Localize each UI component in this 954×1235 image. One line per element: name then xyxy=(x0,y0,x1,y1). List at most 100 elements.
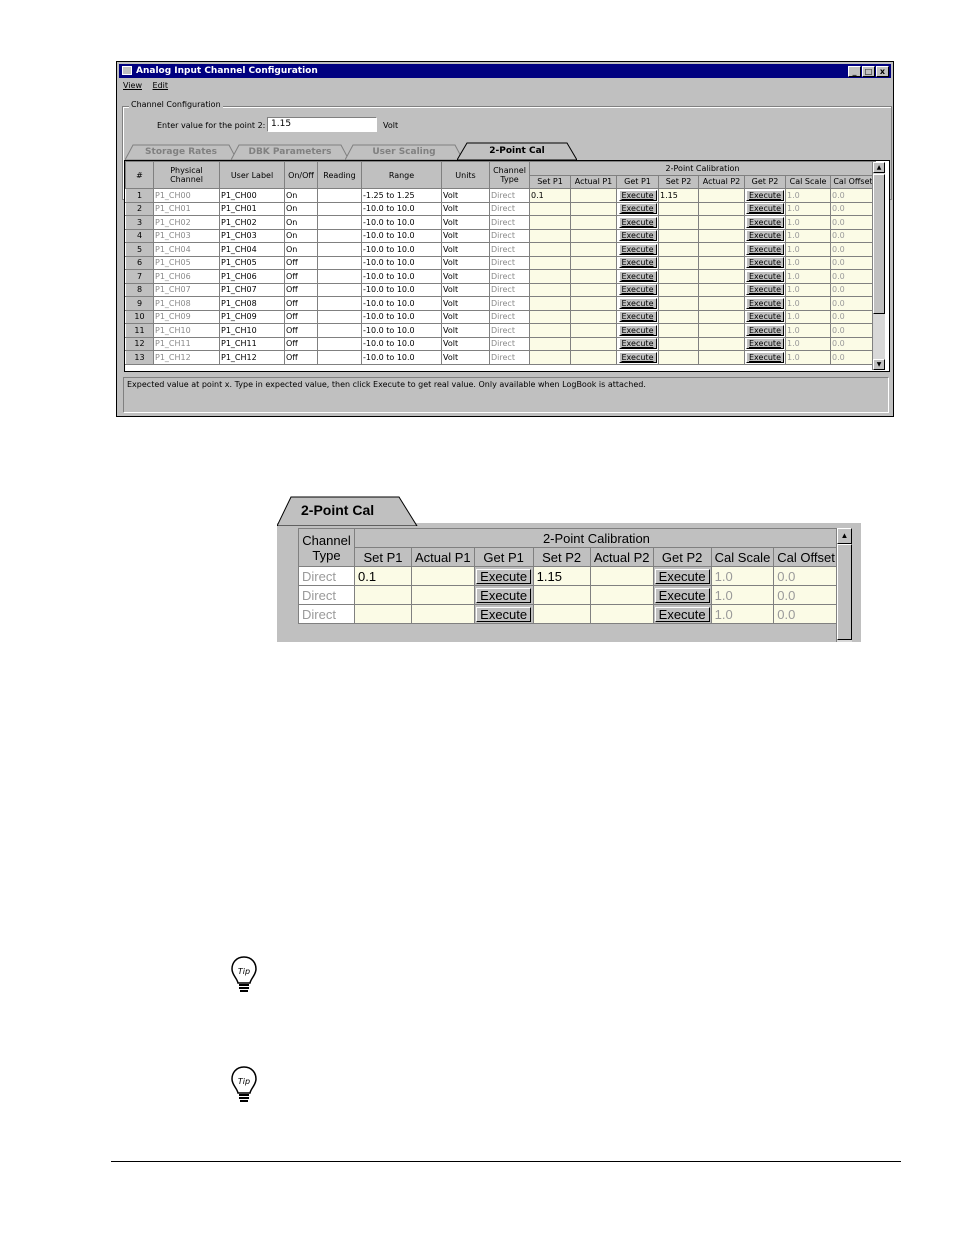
table-row[interactable]: 2 P1_CH01 P1_CH01 On -10.0 to 10.0 Volt Direct… xyxy=(125,201,876,216)
row-number[interactable]: 12 xyxy=(125,336,154,351)
menu-edit[interactable]: Edit xyxy=(153,81,169,90)
set-p2-cell[interactable] xyxy=(658,296,699,311)
grid-vertical-scrollbar[interactable]: ▲ ▼ xyxy=(872,162,885,370)
zoom-cal-scale-cell[interactable]: 1.0 xyxy=(710,604,775,624)
physical-channel-cell[interactable]: P1_CH03 xyxy=(153,228,220,243)
channel-type-cell[interactable]: Direct xyxy=(489,323,530,338)
get-p1-execute-button[interactable]: Execute xyxy=(618,189,657,201)
table-row[interactable]: 5 P1_CH04 P1_CH04 On -10.0 to 10.0 Volt Direct… xyxy=(125,242,876,257)
on-off-cell[interactable]: On xyxy=(284,242,318,257)
get-p1-execute-button[interactable]: Execute xyxy=(618,311,657,323)
cal-offset-cell[interactable]: 0.0 xyxy=(830,242,876,257)
units-cell[interactable]: Volt xyxy=(441,255,490,270)
set-p2-cell[interactable] xyxy=(658,228,699,243)
user-label-cell[interactable]: P1_CH07 xyxy=(219,282,285,297)
get-p1-execute-button[interactable]: Execute xyxy=(618,284,657,296)
reading-cell[interactable] xyxy=(317,255,362,270)
set-p2-cell[interactable] xyxy=(658,309,699,324)
reading-cell[interactable] xyxy=(317,323,362,338)
actual-p1-cell[interactable] xyxy=(570,215,617,230)
table-row[interactable]: 10 P1_CH09 P1_CH09 Off -10.0 to 10.0 Volt Dire… xyxy=(125,309,876,324)
set-p1-cell[interactable] xyxy=(529,336,571,351)
physical-channel-cell[interactable]: P1_CH10 xyxy=(153,323,220,338)
zoom-cal-offset-cell[interactable]: 0.0 xyxy=(773,604,839,624)
cal-scale-cell[interactable]: 1.0 xyxy=(785,323,831,338)
get-p2-execute-button[interactable]: Execute xyxy=(746,257,784,269)
actual-p1-cell[interactable] xyxy=(570,242,617,257)
on-off-cell[interactable]: Off xyxy=(284,350,318,365)
cal-scale-cell[interactable]: 1.0 xyxy=(785,201,831,216)
zoom-channel-type-cell[interactable]: Direct xyxy=(298,585,355,605)
table-row[interactable]: 11 P1_CH10 P1_CH10 Off -10.0 to 10.0 Volt Dire… xyxy=(125,323,876,338)
row-number[interactable]: 7 xyxy=(125,269,154,284)
on-off-cell[interactable]: Off xyxy=(284,323,318,338)
cal-scale-cell[interactable]: 1.0 xyxy=(785,228,831,243)
actual-p2-cell[interactable] xyxy=(698,309,745,324)
table-row[interactable]: 13 P1_CH12 P1_CH12 Off -10.0 to 10.0 Volt Dire… xyxy=(125,350,876,365)
cal-offset-cell[interactable]: 0.0 xyxy=(830,350,876,365)
physical-channel-cell[interactable]: P1_CH02 xyxy=(153,215,220,230)
channel-type-cell[interactable]: Direct xyxy=(489,309,530,324)
range-cell[interactable]: -10.0 to 10.0 xyxy=(361,255,442,270)
get-p2-execute-button[interactable]: Execute xyxy=(746,270,784,282)
cal-offset-cell[interactable]: 0.0 xyxy=(830,228,876,243)
scroll-thumb[interactable] xyxy=(873,174,885,314)
table-row[interactable]: 7 P1_CH06 P1_CH06 Off -10.0 to 10.0 Volt Direc… xyxy=(125,269,876,284)
table-row[interactable]: 6 P1_CH05 P1_CH05 Off -10.0 to 10.0 Volt Direc… xyxy=(125,255,876,270)
zoom-set-p1-cell[interactable]: 0.1 xyxy=(354,566,412,586)
row-number[interactable]: 2 xyxy=(125,201,154,216)
get-p1-execute-button[interactable]: Execute xyxy=(618,324,657,336)
actual-p2-cell[interactable] xyxy=(698,255,745,270)
channel-type-cell[interactable]: Direct xyxy=(489,255,530,270)
channel-type-cell[interactable]: Direct xyxy=(489,336,530,351)
units-cell[interactable]: Volt xyxy=(441,336,490,351)
cal-offset-cell[interactable]: 0.0 xyxy=(830,323,876,338)
actual-p1-cell[interactable] xyxy=(570,282,617,297)
zoom-actual-p2-cell[interactable] xyxy=(589,566,654,586)
units-cell[interactable]: Volt xyxy=(441,215,490,230)
zoom-get-p2-execute-button[interactable]: Execute xyxy=(654,587,710,603)
actual-p1-cell[interactable] xyxy=(570,323,617,338)
units-cell[interactable]: Volt xyxy=(441,296,490,311)
reading-cell[interactable] xyxy=(317,350,362,365)
zoom-get-p2-execute-button[interactable]: Execute xyxy=(654,568,710,584)
range-cell[interactable]: -10.0 to 10.0 xyxy=(361,228,442,243)
user-label-cell[interactable]: P1_CH10 xyxy=(219,323,285,338)
zoom-actual-p1-cell[interactable] xyxy=(411,566,475,586)
row-number[interactable]: 1 xyxy=(125,188,154,203)
units-cell[interactable]: Volt xyxy=(441,323,490,338)
channel-type-cell[interactable]: Direct xyxy=(489,201,530,216)
get-p1-execute-button[interactable]: Execute xyxy=(618,230,657,242)
user-label-cell[interactable]: P1_CH09 xyxy=(219,309,285,324)
zoom-set-p2-cell[interactable] xyxy=(532,604,591,624)
range-cell[interactable]: -10.0 to 10.0 xyxy=(361,242,442,257)
title-bar[interactable]: Analog Input Channel Configuration _ □ x xyxy=(119,64,891,78)
user-label-cell[interactable]: P1_CH08 xyxy=(219,296,285,311)
close-button[interactable]: x xyxy=(876,66,889,77)
user-label-cell[interactable]: P1_CH12 xyxy=(219,350,285,365)
cal-offset-cell[interactable]: 0.0 xyxy=(830,188,876,203)
zoom-cal-offset-cell[interactable]: 0.0 xyxy=(773,566,839,586)
units-cell[interactable]: Volt xyxy=(441,269,490,284)
get-p2-execute-button[interactable]: Execute xyxy=(746,203,784,215)
zoom-vertical-scrollbar[interactable]: ▲ xyxy=(836,528,852,642)
zoom-actual-p2-cell[interactable] xyxy=(589,604,654,624)
user-label-cell[interactable]: P1_CH05 xyxy=(219,255,285,270)
cal-offset-cell[interactable]: 0.0 xyxy=(830,201,876,216)
set-p2-cell[interactable] xyxy=(658,215,699,230)
cal-scale-cell[interactable]: 1.0 xyxy=(785,188,831,203)
cal-scale-cell[interactable]: 1.0 xyxy=(785,350,831,365)
on-off-cell[interactable]: On xyxy=(284,188,318,203)
menu-view[interactable]: View xyxy=(123,81,142,90)
cal-scale-cell[interactable]: 1.0 xyxy=(785,282,831,297)
row-number[interactable]: 13 xyxy=(125,350,154,365)
user-label-cell[interactable]: P1_CH00 xyxy=(219,188,285,203)
units-cell[interactable]: Volt xyxy=(441,350,490,365)
physical-channel-cell[interactable]: P1_CH08 xyxy=(153,296,220,311)
user-label-cell[interactable]: P1_CH04 xyxy=(219,242,285,257)
set-p2-cell[interactable] xyxy=(658,242,699,257)
range-cell[interactable]: -10.0 to 10.0 xyxy=(361,336,442,351)
set-p1-cell[interactable] xyxy=(529,242,571,257)
get-p2-execute-button[interactable]: Execute xyxy=(746,351,784,363)
zoom-set-p1-cell[interactable] xyxy=(354,604,412,624)
